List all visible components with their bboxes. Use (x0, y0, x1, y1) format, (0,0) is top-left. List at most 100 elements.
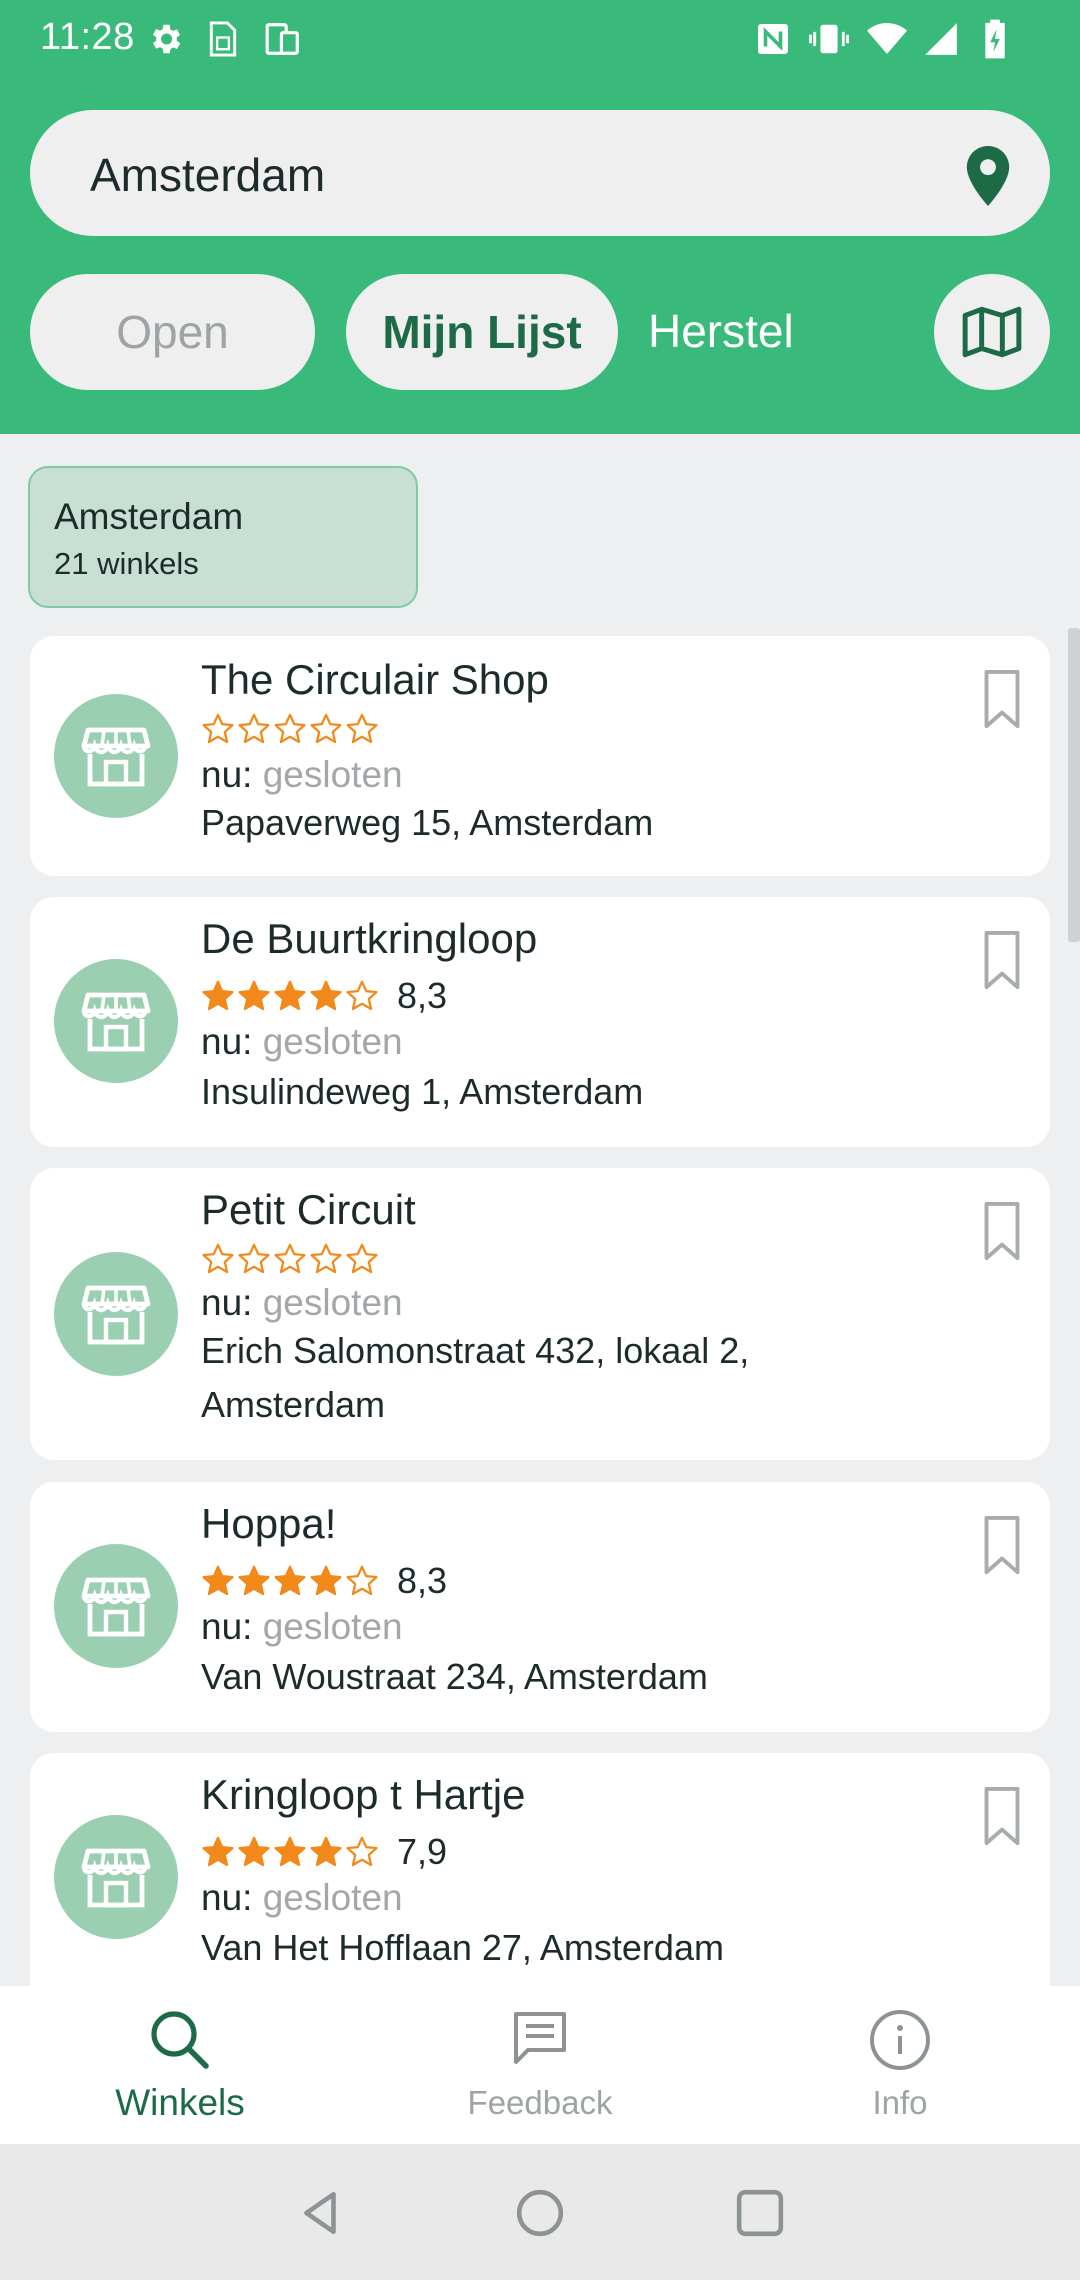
filter-open-button[interactable]: Open (30, 274, 315, 390)
shop-address: Van Het Hofflaan 27, Amsterdam (201, 1927, 724, 1968)
vibrate-icon (808, 18, 850, 60)
home-icon[interactable] (515, 2188, 565, 2238)
map-icon (962, 306, 1022, 358)
status-value: gesloten (262, 1021, 403, 1062)
bookmark-icon[interactable] (982, 929, 1022, 991)
battery-charging-icon (974, 18, 1016, 60)
star-filled-icon (237, 1564, 271, 1598)
star-filled-icon (201, 1564, 235, 1598)
shop-card[interactable]: De Buurtkringloop 8,3 nu: gesloten Insul… (30, 897, 1050, 1147)
star-filled-icon (201, 1835, 235, 1869)
star-filled-icon (309, 1564, 343, 1598)
status-prefix: nu: (201, 754, 253, 795)
sim-icon (202, 18, 244, 60)
bookmark-icon[interactable] (982, 1785, 1022, 1847)
star-filled-icon (237, 1835, 271, 1869)
status-bar: 11:28 (0, 0, 1080, 80)
status-prefix: nu: (201, 1877, 253, 1918)
star-filled-icon (309, 979, 343, 1013)
shop-card[interactable]: Hoppa! 8,3 nu: gesloten Van Woustraat 23… (30, 1482, 1050, 1732)
search-icon (148, 2008, 212, 2072)
info-icon (868, 2008, 932, 2072)
nav-tab-info[interactable]: Info (720, 1986, 1080, 2144)
rating-value: 8,3 (397, 1560, 448, 1601)
shop-list[interactable]: The Circulair Shop nu: gesloten Papaverw… (0, 636, 1080, 1986)
opening-status: nu: gesloten (201, 1021, 403, 1063)
star-rating (201, 712, 379, 746)
store-icon (54, 959, 178, 1083)
nfc-icon (752, 18, 794, 60)
scrollbar[interactable] (1068, 628, 1080, 942)
star-rating: 8,3 (201, 1560, 447, 1602)
star-rating: 7,9 (201, 1831, 447, 1873)
star-filled-icon (309, 1835, 343, 1869)
status-value: gesloten (262, 1877, 403, 1918)
status-value: gesloten (262, 1606, 403, 1647)
shop-name: Hoppa! (201, 1500, 337, 1547)
recents-icon[interactable] (735, 2188, 785, 2238)
bookmark-icon[interactable] (982, 1514, 1022, 1576)
nav-tab-feedback[interactable]: Feedback (360, 1986, 720, 2144)
wifi-icon (866, 18, 908, 60)
shop-address: Papaverweg 15, Amsterdam (201, 802, 654, 843)
store-icon (54, 1815, 178, 1939)
city-name: Amsterdam (54, 496, 244, 537)
bookmark-icon[interactable] (982, 668, 1022, 730)
devices-icon (262, 18, 304, 60)
star-empty-icon (309, 1242, 343, 1276)
star-empty-icon (345, 979, 379, 1013)
star-empty-icon (345, 712, 379, 746)
store-icon (54, 694, 178, 818)
star-empty-icon (201, 1242, 235, 1276)
nav-label: Info (872, 2084, 928, 2121)
star-empty-icon (237, 712, 271, 746)
rating-value: 8,3 (397, 975, 448, 1016)
opening-status: nu: gesloten (201, 1877, 403, 1919)
feedback-icon (510, 2008, 574, 2072)
star-empty-icon (273, 1242, 307, 1276)
star-filled-icon (201, 979, 235, 1013)
filter-my-list-button[interactable]: Mijn Lijst (346, 274, 618, 390)
star-filled-icon (273, 979, 307, 1013)
shop-address: Erich Salomonstraat 432, lokaal 2, Amste… (201, 1330, 750, 1425)
store-icon (54, 1544, 178, 1668)
opening-status: nu: gesloten (201, 1282, 403, 1324)
rating-value: 7,9 (397, 1831, 448, 1872)
shop-address: Van Woustraat 234, Amsterdam (201, 1656, 708, 1697)
star-empty-icon (345, 1564, 379, 1598)
reset-button[interactable]: Herstel (648, 304, 794, 358)
city-summary-card[interactable]: Amsterdam 21 winkels (28, 466, 418, 608)
shop-name: The Circulair Shop (201, 656, 549, 703)
store-icon (54, 1252, 178, 1376)
shop-name: Petit Circuit (201, 1186, 416, 1233)
nav-label: Winkels (115, 2082, 245, 2123)
header: 11:28 Amsterdam Open Mijn Lijst Herstel (0, 0, 1080, 434)
star-empty-icon (309, 712, 343, 746)
shop-count: 21 winkels (54, 546, 199, 581)
star-empty-icon (345, 1835, 379, 1869)
search-input[interactable]: Amsterdam (30, 110, 1050, 236)
star-rating: 8,3 (201, 975, 447, 1017)
bookmark-icon[interactable] (982, 1200, 1022, 1262)
shop-address: Insulindeweg 1, Amsterdam (201, 1071, 644, 1112)
status-value: gesloten (262, 754, 403, 795)
bottom-navigation: Winkels Feedback Info (0, 1986, 1080, 2144)
shop-name: De Buurtkringloop (201, 915, 538, 962)
shop-card[interactable]: The Circulair Shop nu: gesloten Papaverw… (30, 636, 1050, 876)
back-icon[interactable] (296, 2188, 346, 2238)
star-filled-icon (273, 1835, 307, 1869)
map-button[interactable] (934, 274, 1050, 390)
status-time: 11:28 (40, 16, 135, 58)
star-filled-icon (237, 979, 271, 1013)
star-empty-icon (273, 712, 307, 746)
status-prefix: nu: (201, 1021, 253, 1062)
system-navigation-bar (0, 2144, 1080, 2280)
status-prefix: nu: (201, 1282, 253, 1323)
location-pin-icon[interactable] (966, 146, 1010, 206)
signal-icon (920, 18, 962, 60)
search-value: Amsterdam (90, 149, 326, 201)
shop-card[interactable]: Petit Circuit nu: gesloten Erich Salomon… (30, 1168, 1050, 1460)
shop-card[interactable]: Kringloop t Hartje 7,9 nu: gesloten Van … (30, 1753, 1050, 1986)
status-value: gesloten (262, 1282, 403, 1323)
nav-tab-winkels[interactable]: Winkels (0, 1986, 360, 2144)
